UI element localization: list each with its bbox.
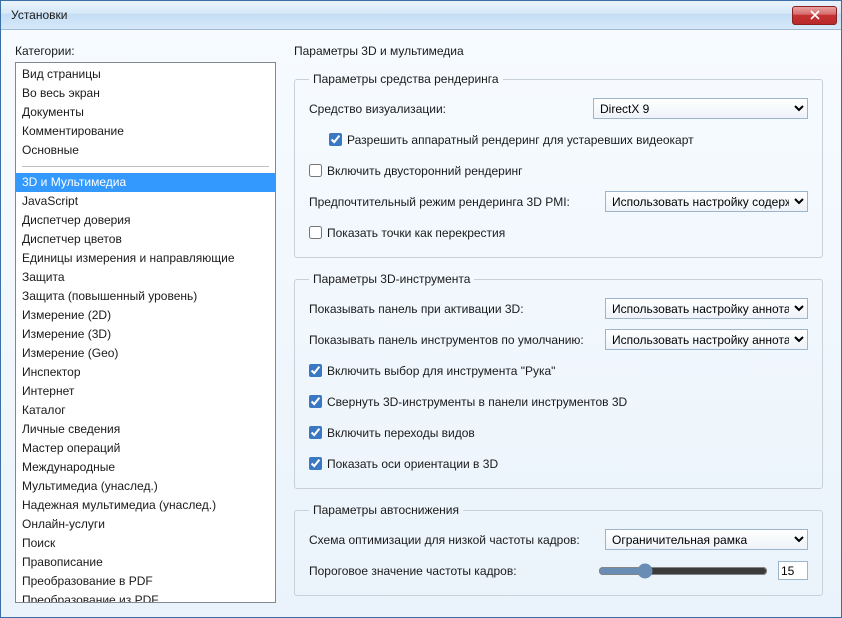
category-item[interactable]: Единицы измерения и направляющие xyxy=(16,249,275,268)
threshold-label: Пороговое значение частоты кадров: xyxy=(309,564,527,578)
visualizer-label: Средство визуализации: xyxy=(309,102,456,116)
category-separator xyxy=(22,166,269,167)
categories-label: Категории: xyxy=(15,44,276,58)
tool-legend: Параметры 3D-инструмента xyxy=(309,272,474,286)
renderer-legend: Параметры средства рендеринга xyxy=(309,72,503,86)
scheme-label: Схема оптимизации для низкой частоты кад… xyxy=(309,533,590,547)
category-item[interactable]: Основные xyxy=(16,141,275,160)
category-item[interactable]: Преобразование из PDF xyxy=(16,591,275,603)
threshold-input[interactable] xyxy=(778,561,808,580)
hand-select-checkbox[interactable]: Включить выбор для инструмента "Рука" xyxy=(309,364,555,378)
dialog-body: Категории: Вид страницыВо весь экранДоку… xyxy=(1,30,841,617)
show-panel-select[interactable]: Использовать настройку аннотаций xyxy=(605,298,808,319)
category-item[interactable]: Диспетчер доверия xyxy=(16,211,275,230)
category-item[interactable]: Преобразование в PDF xyxy=(16,572,275,591)
close-icon xyxy=(810,10,820,20)
close-button[interactable] xyxy=(792,6,837,25)
categories-list[interactable]: Вид страницыВо весь экранДокументыКоммен… xyxy=(15,62,276,603)
category-item[interactable]: Инспектор xyxy=(16,363,275,382)
crosshair-checkbox[interactable]: Показать точки как перекрестия xyxy=(309,226,505,240)
category-item[interactable]: Правописание xyxy=(16,553,275,572)
category-item[interactable]: Защита (повышенный уровень) xyxy=(16,287,275,306)
category-item[interactable]: Диспетчер цветов xyxy=(16,230,275,249)
category-item[interactable]: Измерение (3D) xyxy=(16,325,275,344)
category-item[interactable]: Во весь экран xyxy=(16,84,275,103)
view-transitions-checkbox[interactable]: Включить переходы видов xyxy=(309,426,475,440)
scheme-select[interactable]: Ограничительная рамка xyxy=(605,529,808,550)
category-item[interactable]: Измерение (2D) xyxy=(16,306,275,325)
pmi-select[interactable]: Использовать настройку содержимого xyxy=(605,191,808,212)
titlebar: Установки xyxy=(1,1,841,30)
default-toolbar-label: Показывать панель инструментов по умолча… xyxy=(309,333,594,347)
default-toolbar-select[interactable]: Использовать настройку аннотаций xyxy=(605,329,808,350)
window-title: Установки xyxy=(11,8,792,22)
page-heading: Параметры 3D и мультимедиа xyxy=(294,44,823,58)
category-item[interactable]: Защита xyxy=(16,268,275,287)
settings-pane: Параметры 3D и мультимедиа Параметры сре… xyxy=(284,44,827,603)
show-panel-label: Показывать панель при активации 3D: xyxy=(309,302,534,316)
preferences-window: Установки Категории: Вид страницыВо весь… xyxy=(0,0,842,618)
category-item[interactable]: JavaScript xyxy=(16,192,275,211)
category-item[interactable]: 3D и Мультимедиа xyxy=(16,173,275,192)
category-item[interactable]: Надежная мультимедиа (унаслед.) xyxy=(16,496,275,515)
autodegrade-group: Параметры автоснижения Схема оптимизации… xyxy=(294,503,823,596)
category-item[interactable]: Мастер операций xyxy=(16,439,275,458)
category-item[interactable]: Онлайн-услуги xyxy=(16,515,275,534)
visualizer-select[interactable]: DirectX 9 xyxy=(593,98,808,119)
renderer-group: Параметры средства рендеринга Средство в… xyxy=(294,72,823,258)
category-item[interactable]: Документы xyxy=(16,103,275,122)
category-item[interactable]: Измерение (Geo) xyxy=(16,344,275,363)
category-item[interactable]: Интернет xyxy=(16,382,275,401)
category-item[interactable]: Каталог xyxy=(16,401,275,420)
autodegrade-legend: Параметры автоснижения xyxy=(309,503,463,517)
category-item[interactable]: Мультимедиа (унаслед.) xyxy=(16,477,275,496)
pmi-label: Предпочтительный режим рендеринга 3D PMI… xyxy=(309,195,580,209)
collapse-3d-tools-checkbox[interactable]: Свернуть 3D-инструменты в панели инструм… xyxy=(309,395,627,409)
tool-group: Параметры 3D-инструмента Показывать пане… xyxy=(294,272,823,489)
category-item[interactable]: Вид страницы xyxy=(16,65,275,84)
doublesided-checkbox[interactable]: Включить двусторонний рендеринг xyxy=(309,164,523,178)
category-item[interactable]: Комментирование xyxy=(16,122,275,141)
threshold-slider[interactable] xyxy=(598,563,768,579)
category-item[interactable]: Международные xyxy=(16,458,275,477)
categories-pane: Категории: Вид страницыВо весь экранДоку… xyxy=(15,44,276,603)
orientation-axes-checkbox[interactable]: Показать оси ориентации в 3D xyxy=(309,457,498,471)
category-item[interactable]: Личные сведения xyxy=(16,420,275,439)
category-item[interactable]: Поиск xyxy=(16,534,275,553)
hw-legacy-checkbox[interactable]: Разрешить аппаратный рендеринг для устар… xyxy=(329,133,694,147)
